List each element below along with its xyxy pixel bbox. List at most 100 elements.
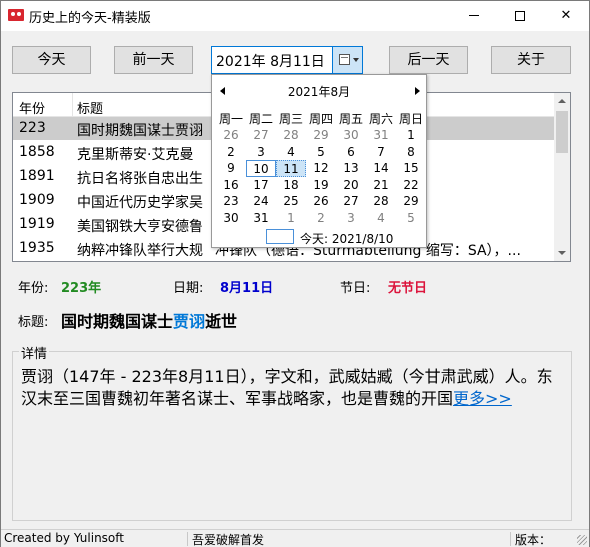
- calendar-day[interactable]: 28: [366, 193, 396, 210]
- calendar-day[interactable]: 11: [276, 160, 306, 178]
- calendar-day[interactable]: 7: [366, 144, 396, 161]
- calendar-day[interactable]: 30: [336, 127, 366, 144]
- next-month-icon[interactable]: [415, 87, 420, 95]
- chevron-down-icon: [353, 58, 359, 62]
- cell-title-start: 美国钢铁大亨安德鲁: [77, 219, 203, 235]
- app-icon: [8, 9, 24, 21]
- calendar-day[interactable]: 1: [396, 127, 426, 144]
- cell-year: 223: [19, 120, 46, 136]
- calendar-day[interactable]: 20: [336, 177, 366, 194]
- vertical-scrollbar[interactable]: [554, 93, 570, 261]
- calendar-day[interactable]: 27: [336, 193, 366, 210]
- calendar-day[interactable]: 17: [246, 177, 276, 194]
- scrollbar-thumb[interactable]: [556, 111, 568, 153]
- calendar-day[interactable]: 25: [276, 193, 306, 210]
- minimize-icon: [469, 15, 479, 16]
- previous-day-button[interactable]: 前一天: [114, 46, 193, 74]
- window-title: 历史上的今天-精装版: [29, 11, 151, 26]
- column-header-title[interactable]: 标题: [77, 98, 103, 117]
- calendar-day[interactable]: 18: [276, 177, 306, 194]
- calendar-day[interactable]: 3: [246, 144, 276, 161]
- calendar-day[interactable]: 6: [336, 144, 366, 161]
- calendar-day[interactable]: 16: [216, 177, 246, 194]
- calendar-day[interactable]: 19: [306, 177, 336, 194]
- calendar-popup: 2021年8月 周一 周二 周三 周四 周五 周六 周日 26 27 28 29 30 31 1 2 3 4 5…: [211, 74, 427, 248]
- calendar-day[interactable]: 9: [216, 160, 246, 177]
- date-picker[interactable]: 2021年 8月11日: [211, 46, 363, 74]
- today-button[interactable]: 今天: [12, 46, 91, 74]
- weekday-label: 周六: [368, 112, 393, 126]
- cell-title-start: 克里斯蒂安·艾克曼: [77, 147, 194, 163]
- next-day-button[interactable]: 后一天: [389, 46, 468, 74]
- calendar-today-label[interactable]: 今天: 2021/8/10: [300, 230, 393, 247]
- calendar-day[interactable]: 14: [366, 160, 396, 177]
- calendar-day[interactable]: 15: [396, 160, 426, 177]
- festival-label: 节日:: [340, 281, 371, 296]
- calendar-day[interactable]: 26: [216, 127, 246, 144]
- calendar-day[interactable]: 10: [246, 160, 276, 178]
- title-bar: 历史上的今天-精装版 ✕: [1, 1, 589, 31]
- event-title-suffix: 逝世: [205, 312, 238, 331]
- calendar-day[interactable]: 1: [276, 210, 306, 227]
- calendar-day[interactable]: 4: [366, 210, 396, 227]
- cell-year: 1919: [19, 216, 55, 232]
- cell-title-start: 国时期魏国谋士贾诩: [77, 123, 203, 139]
- weekday-label: 周一: [218, 112, 243, 126]
- about-button[interactable]: 关于: [491, 46, 571, 74]
- calendar-day[interactable]: 29: [306, 127, 336, 144]
- minimize-button[interactable]: [451, 1, 497, 31]
- calendar-day[interactable]: 2: [216, 144, 246, 161]
- close-button[interactable]: ✕: [543, 1, 589, 31]
- event-title: 国时期魏国谋士贾诩逝世: [61, 308, 237, 332]
- calendar-day[interactable]: 23: [216, 193, 246, 210]
- calendar-day[interactable]: 13: [336, 160, 366, 177]
- status-bar: Created by Yulinsoft 吾爱破解首发 版本：1.0.8.9: [1, 529, 589, 547]
- cell-title-start: 中国近代历史学家吴: [77, 195, 203, 211]
- maximize-icon: [515, 10, 525, 21]
- calendar-day[interactable]: 29: [396, 193, 426, 210]
- maximize-button[interactable]: [497, 1, 543, 31]
- calendar-day[interactable]: 5: [396, 210, 426, 227]
- event-title-prefix: 国时期魏国谋士: [61, 312, 174, 331]
- detail-text: 贾诩（147年 - 223年8月11日），字文和，武威姑臧（今甘肃武威）人。东汉…: [21, 366, 566, 410]
- calendar-day[interactable]: 22: [396, 177, 426, 194]
- calendar-day[interactable]: 3: [336, 210, 366, 227]
- date-label: 日期:: [173, 281, 204, 296]
- cell-title-start: 抗日名将张自忠出生: [77, 171, 203, 187]
- scroll-down-icon[interactable]: [558, 251, 566, 255]
- calendar-day[interactable]: 31: [366, 127, 396, 144]
- weekday-label: 周三: [278, 112, 303, 126]
- cell-year: 1935: [19, 240, 55, 256]
- resize-grip-icon[interactable]: [577, 535, 587, 545]
- calendar-day[interactable]: 30: [216, 210, 246, 227]
- calendar-day[interactable]: 26: [306, 193, 336, 210]
- calendar-month-title[interactable]: 2021年8月: [212, 83, 426, 100]
- weekday-label: 周二: [248, 112, 273, 126]
- status-divider: [510, 532, 511, 546]
- column-header-year[interactable]: 年份: [19, 98, 45, 117]
- calendar-day[interactable]: 2: [306, 210, 336, 227]
- today-marker[interactable]: [266, 229, 294, 244]
- detail-caption: 详情: [19, 343, 50, 362]
- weekday-label: 周四: [308, 112, 333, 126]
- scroll-up-icon[interactable]: [558, 99, 566, 103]
- date-dropdown-button[interactable]: [332, 47, 362, 73]
- calendar-day[interactable]: 4: [276, 144, 306, 161]
- calendar-day[interactable]: 28: [276, 127, 306, 144]
- date-picker-value: 2021年 8月11日: [216, 54, 325, 70]
- calendar-day[interactable]: 21: [366, 177, 396, 194]
- app-window: 历史上的今天-精装版 ✕ 今天 前一天 2021年 8月11日 后一天 关于 年…: [0, 0, 590, 547]
- column-divider[interactable]: [72, 93, 73, 117]
- calendar-day[interactable]: 8: [396, 144, 426, 161]
- calendar-day[interactable]: 24: [246, 193, 276, 210]
- year-value: 223年: [61, 281, 102, 296]
- calendar-day[interactable]: 5: [306, 144, 336, 161]
- calendar-day[interactable]: 31: [246, 210, 276, 227]
- calendar-day[interactable]: 27: [246, 127, 276, 144]
- weekday-label: 周日: [398, 112, 423, 126]
- status-credit: Created by Yulinsoft: [4, 531, 124, 545]
- calendar-icon: [339, 54, 350, 65]
- calendar-day[interactable]: 12: [306, 160, 336, 177]
- detail-group: 详情 贾诩（147年 - 223年8月11日），字文和，武威姑臧（今甘肃武威）人…: [12, 343, 572, 521]
- more-link[interactable]: 更多>>: [453, 389, 512, 408]
